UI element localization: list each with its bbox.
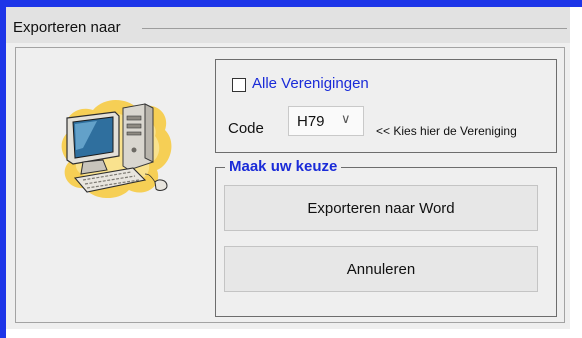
association-selector-panel: Alle Verenigingen Code H79 ∨ << Kies hie…	[215, 59, 557, 153]
all-associations-label[interactable]: Alle Verenigingen	[252, 75, 369, 92]
code-label: Code	[228, 120, 264, 137]
header-divider	[142, 28, 567, 29]
desktop-computer-icon	[61, 100, 172, 199]
choice-group: Maak uw keuze Exporteren naar Word Annul…	[215, 158, 557, 317]
export-to-word-button[interactable]: Exporteren naar Word	[224, 185, 538, 231]
form-title: Exporteren naar	[13, 19, 121, 36]
choice-legend: Maak uw keuze	[225, 158, 342, 175]
export-form: Exporteren naar Alle Verenigingen Code H…	[6, 7, 570, 329]
code-select-value: H79	[297, 113, 325, 130]
window-title-fragment	[306, 0, 396, 7]
chevron-down-icon: ∨	[341, 111, 351, 126]
choose-association-hint: << Kies hier de Vereniging	[376, 124, 517, 138]
all-associations-checkbox[interactable]	[232, 78, 246, 92]
code-select[interactable]: H79 ∨	[288, 106, 364, 136]
form-header: Exporteren naar	[6, 7, 570, 43]
cancel-button[interactable]: Annuleren	[224, 246, 538, 292]
